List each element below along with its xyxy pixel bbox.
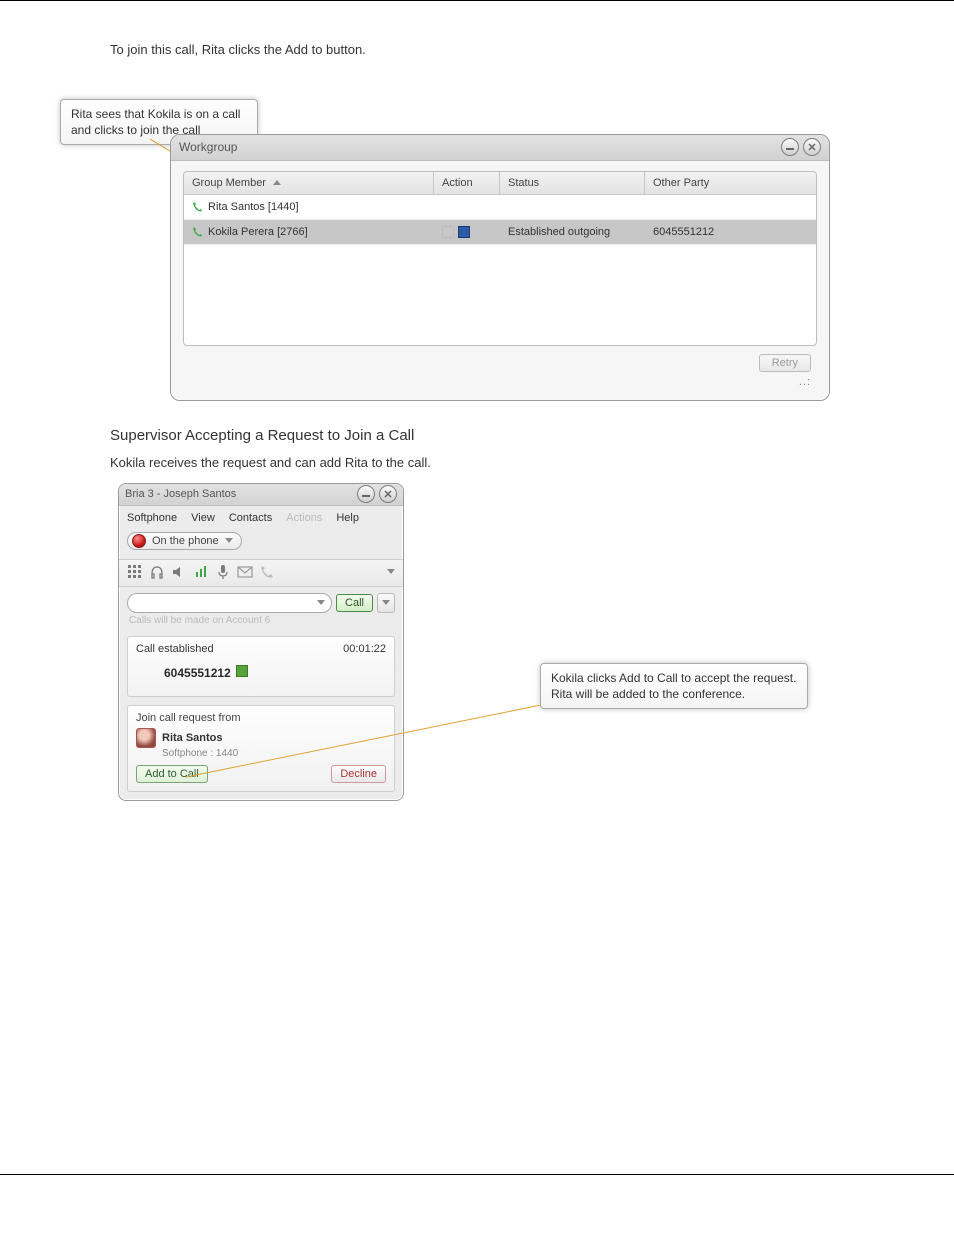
workgroup-window: Workgroup Group Member Action Status Oth…: [170, 134, 830, 401]
active-call-card: Call established 00:01:22 6045551212: [127, 636, 395, 697]
workgroup-title: Workgroup: [179, 140, 777, 154]
menu-contacts[interactable]: Contacts: [229, 512, 272, 524]
phone-icon: [192, 226, 204, 238]
column-other-party[interactable]: Other Party: [645, 172, 816, 194]
join-request-label: Join call request from: [136, 712, 386, 724]
action-icon[interactable]: [442, 226, 454, 238]
workgroup-table: Group Member Action Status Other Party R…: [183, 171, 817, 346]
softphone-title: Bria 3 - Joseph Santos: [125, 488, 353, 500]
account-note: Calls will be made on Account 6: [119, 615, 403, 632]
chevron-down-icon[interactable]: [387, 569, 395, 574]
call-timer: 00:01:22: [343, 643, 386, 655]
volume-icon[interactable]: [193, 564, 209, 580]
add-to-call-button[interactable]: Add to Call: [136, 765, 208, 783]
dial-input[interactable]: [127, 593, 332, 613]
column-member[interactable]: Group Member: [184, 172, 434, 194]
microphone-icon[interactable]: [215, 564, 231, 580]
softphone-titlebar: Bria 3 - Joseph Santos: [119, 484, 403, 506]
call-dropdown-button[interactable]: [377, 593, 395, 613]
column-action[interactable]: Action: [434, 172, 500, 194]
retry-button: Retry: [759, 354, 811, 372]
call-number: 6045551212: [164, 666, 231, 680]
join-request-sub: Softphone : 1440: [136, 748, 386, 759]
join-call-icon[interactable]: [458, 226, 470, 238]
close-icon: [383, 489, 393, 499]
row-party: 6045551212: [653, 226, 714, 238]
avatar: [136, 728, 156, 748]
callout-box-accept: Kokila clicks Add to Call to accept the …: [540, 663, 808, 709]
softphone-menu: Softphone View Contacts Actions Help: [119, 506, 403, 530]
phone-redirect-icon[interactable]: [259, 564, 275, 580]
join-request-name: Rita Santos: [162, 732, 223, 744]
decline-button[interactable]: Decline: [331, 765, 386, 783]
call-button[interactable]: Call: [336, 594, 373, 612]
minimize-icon: [361, 489, 371, 499]
menu-view[interactable]: View: [191, 512, 215, 524]
column-status[interactable]: Status: [500, 172, 645, 194]
sort-ascending-icon: [273, 180, 281, 185]
resize-grip-icon[interactable]: ..:: [183, 376, 817, 392]
add-contact-icon[interactable]: [236, 665, 248, 677]
chevron-down-icon: [225, 538, 233, 543]
member-name: Rita Santos [1440]: [208, 201, 299, 213]
call-established-label: Call established: [136, 643, 343, 655]
close-button[interactable]: [803, 138, 821, 156]
dialpad-icon[interactable]: [127, 564, 143, 580]
minimize-icon: [785, 142, 795, 152]
instruction-text: To join this call, Rita clicks the Add t…: [110, 41, 844, 60]
minimize-button[interactable]: [357, 485, 375, 503]
workgroup-titlebar: Workgroup: [171, 135, 829, 161]
presence-status-icon: [132, 534, 146, 548]
row-status: Established outgoing: [508, 226, 610, 238]
softphone-window: Bria 3 - Joseph Santos Softphone View Co…: [118, 483, 404, 801]
join-request-card: Join call request from Rita Santos Softp…: [127, 705, 395, 792]
member-name: Kokila Perera [2766]: [208, 226, 308, 238]
callout-text: Kokila clicks Add to Call to accept the …: [551, 671, 796, 701]
audio-device-icon[interactable]: [149, 564, 165, 580]
section-heading: Supervisor Accepting a Request to Join a…: [110, 427, 844, 444]
menu-actions: Actions: [286, 512, 322, 524]
softphone-toolbar: [119, 559, 403, 587]
presence-chip[interactable]: On the phone: [127, 532, 242, 550]
table-header: Group Member Action Status Other Party: [184, 172, 816, 195]
presence-label: On the phone: [152, 535, 219, 547]
phone-icon: [192, 201, 204, 213]
chevron-down-icon[interactable]: [317, 600, 325, 605]
close-button[interactable]: [379, 485, 397, 503]
menu-help[interactable]: Help: [336, 512, 359, 524]
mail-icon[interactable]: [237, 564, 253, 580]
speaker-icon[interactable]: [171, 564, 187, 580]
instruction-text: Kokila receives the request and can add …: [110, 454, 844, 473]
minimize-button[interactable]: [781, 138, 799, 156]
menu-softphone[interactable]: Softphone: [127, 512, 177, 524]
table-row[interactable]: Kokila Perera [2766] Established outgoin…: [184, 220, 816, 245]
table-row[interactable]: Rita Santos [1440]: [184, 195, 816, 220]
chevron-down-icon: [382, 600, 390, 605]
callout-text: Rita sees that Kokila is on a call and c…: [71, 107, 240, 137]
close-icon: [807, 142, 817, 152]
